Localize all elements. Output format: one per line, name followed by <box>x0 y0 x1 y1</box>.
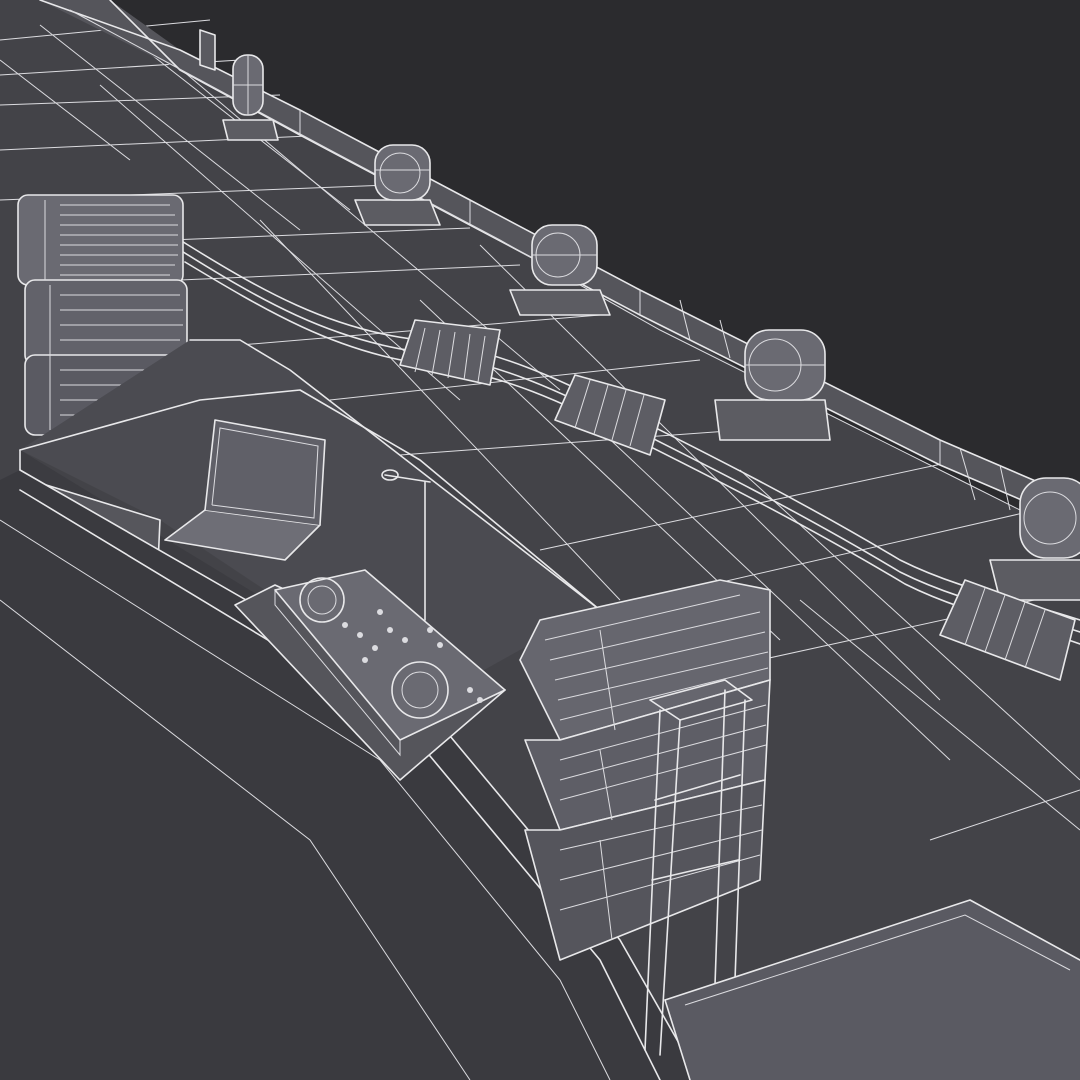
stage-scene <box>0 0 1080 1080</box>
rail-panel <box>199 29 216 71</box>
wireframe-stage-render <box>0 0 1080 1080</box>
